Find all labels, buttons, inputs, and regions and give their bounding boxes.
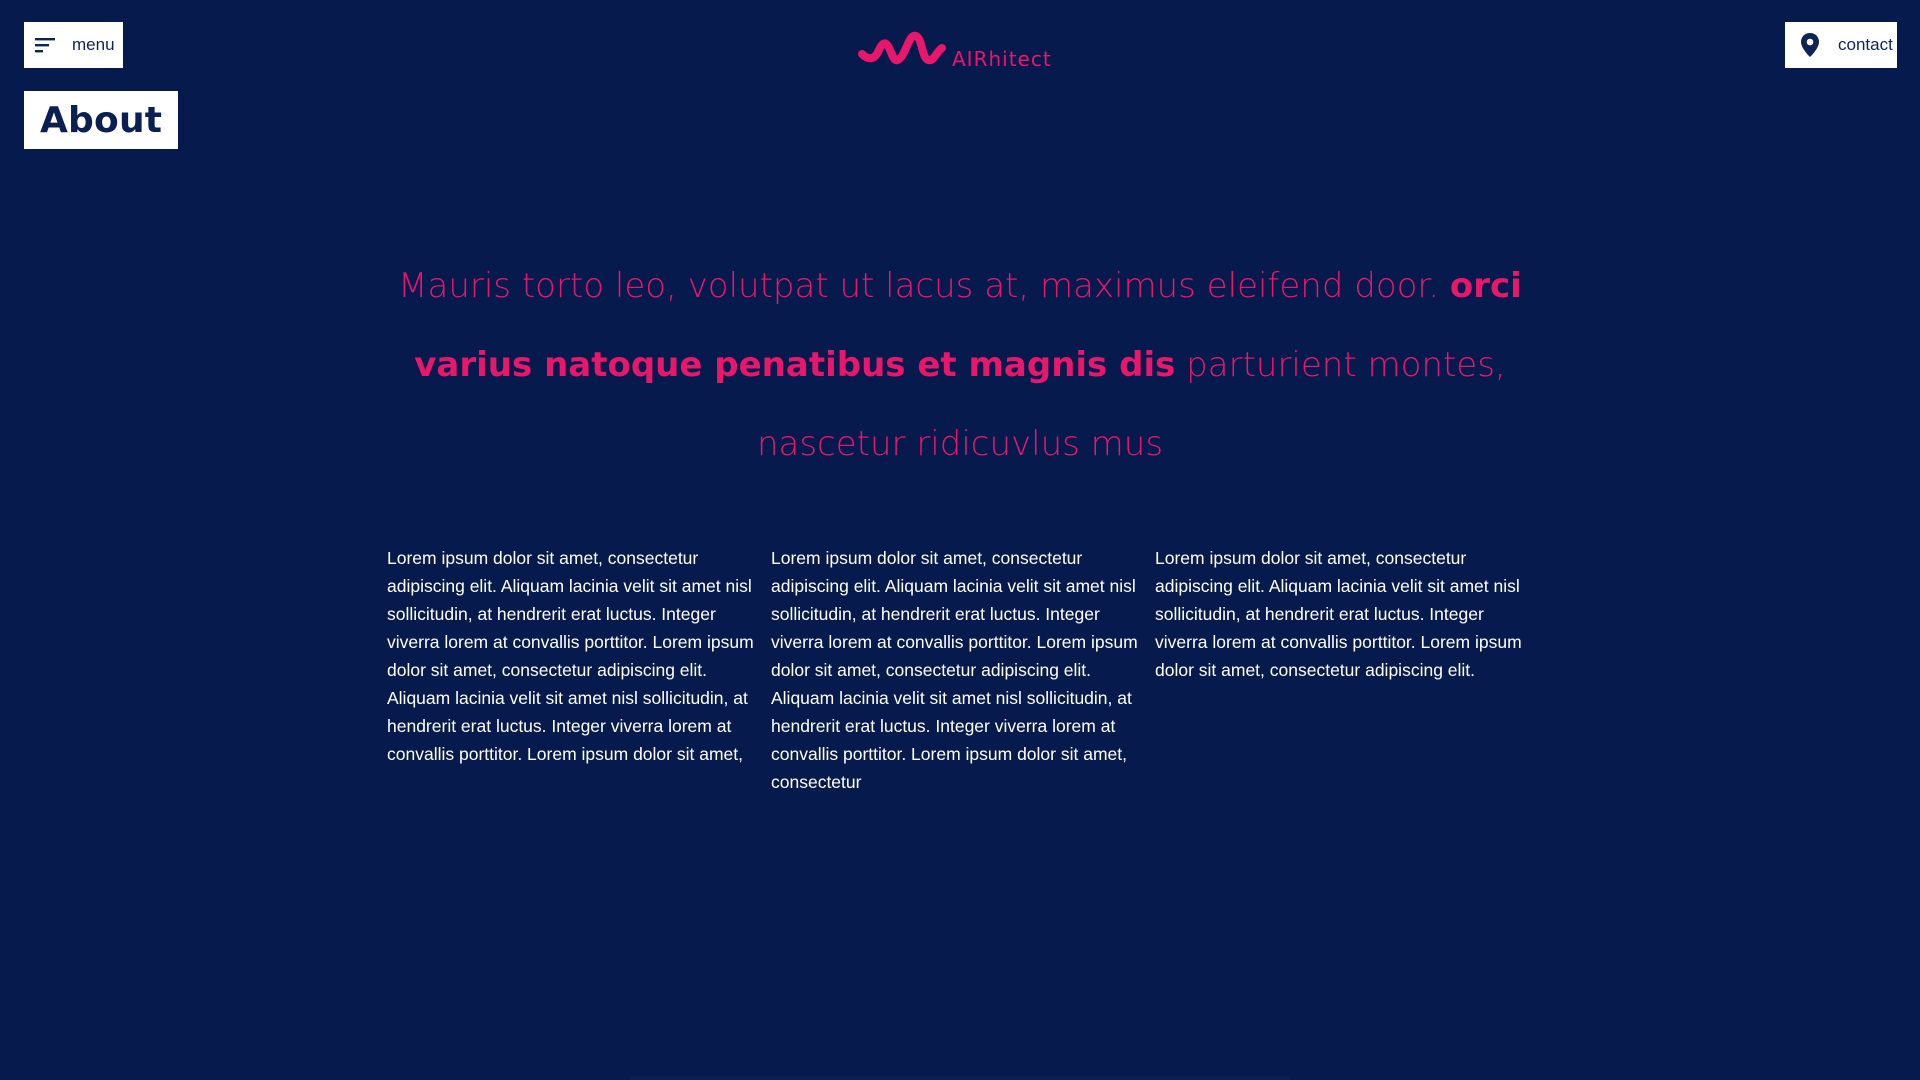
text-column-1: Lorem ipsum dolor sit amet, consectetur … [387,548,754,764]
page-title: About [24,91,179,149]
site-logo[interactable]: AIRhitect [858,22,1053,72]
text-column-3: Lorem ipsum dolor sit amet, consectetur … [1155,548,1522,680]
contact-button[interactable]: contact [1785,22,1897,68]
location-pin-icon [1801,33,1819,57]
bottom-divider [630,1076,1290,1080]
hero-quote-part1: Mauris torto leo, volutpat ut lacus at, … [398,266,1450,306]
text-columns: Lorem ipsum dolor sit amet, consectetur … [387,544,1533,796]
page-title-text: About [40,99,163,141]
menu-button[interactable]: menu [24,22,123,68]
logo-wordmark: AIRhitect [952,47,1052,71]
contact-label: contact [1838,35,1893,54]
menu-icon [35,38,55,53]
wave-logo-icon [858,31,946,65]
hero-quote: Mauris torto leo, volutpat ut lacus at, … [380,247,1540,484]
menu-label: menu [72,35,115,54]
text-column-2: Lorem ipsum dolor sit amet, consectetur … [771,548,1138,792]
